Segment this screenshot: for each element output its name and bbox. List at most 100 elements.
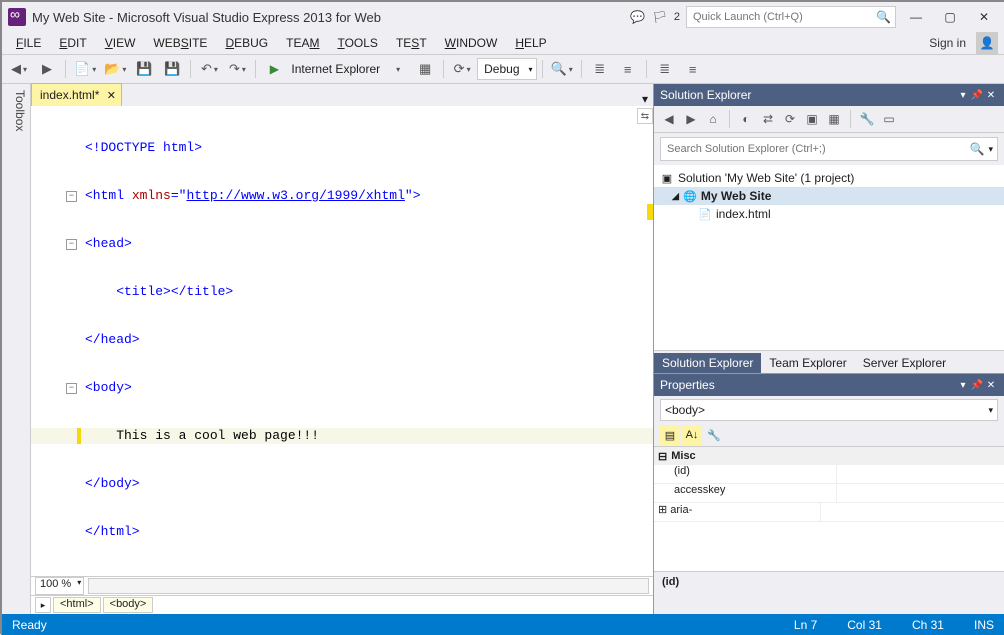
category-misc[interactable]: ⊟Misc — [654, 447, 1004, 465]
sync-icon[interactable]: ⇄ — [759, 110, 777, 128]
close-icon[interactable]: ✕ — [984, 90, 998, 101]
quick-launch[interactable]: 🔍 — [686, 6, 896, 28]
statusbar: Ready Ln 7 Col 31 Ch 31 INS — [2, 614, 1004, 635]
fold-icon[interactable]: − — [66, 191, 77, 202]
prop-row-accesskey[interactable]: accesskey — [654, 484, 1004, 503]
solution-tree[interactable]: ▣ Solution 'My Web Site' (1 project) ◢ 🌐… — [654, 165, 1004, 350]
nav-back-button[interactable]: ◀ — [6, 58, 32, 80]
breadcrumb-html[interactable]: <html> — [53, 597, 101, 613]
home-icon[interactable]: ⌂ — [704, 110, 722, 128]
properties-panel: Properties ▾ 📌 ✕ <body> ▤ A↓ 🔧 ⊟Misc (id… — [654, 373, 1004, 614]
refresh-button[interactable]: ⟳ — [449, 58, 475, 80]
breadcrumb-bar: ▸ <html> <body> — [31, 595, 653, 614]
se-search[interactable]: 🔍 ▾ — [660, 137, 998, 161]
tree-solution[interactable]: ▣ Solution 'My Web Site' (1 project) — [654, 169, 1004, 187]
nav-forward-button[interactable]: ▶ — [34, 58, 60, 80]
tree-file-index[interactable]: 📄 index.html — [654, 205, 1004, 223]
close-tab-icon[interactable]: ✕ — [105, 89, 117, 101]
se-search-input[interactable] — [665, 142, 970, 156]
tab-team-explorer[interactable]: Team Explorer — [761, 353, 854, 373]
comment-button[interactable]: ≣ — [652, 58, 678, 80]
search-icon[interactable]: 🔍 — [876, 10, 891, 24]
find-button[interactable]: 🔍 — [548, 58, 576, 80]
config-select[interactable]: Debug — [477, 58, 536, 80]
sign-in-link[interactable]: Sign in — [921, 34, 974, 52]
menu-view[interactable]: VIEW — [97, 34, 144, 52]
preview-icon[interactable]: ▭ — [880, 110, 898, 128]
events-icon[interactable]: 🔧 — [704, 425, 724, 445]
prop-row-aria[interactable]: ⊞ aria- — [654, 503, 1004, 522]
indent-button[interactable]: ≣ — [587, 58, 613, 80]
quick-launch-input[interactable] — [691, 10, 876, 24]
menu-help[interactable]: HELP — [507, 34, 554, 52]
forward-icon[interactable]: ▶ — [682, 110, 700, 128]
redo-button[interactable]: ↷ — [224, 58, 250, 80]
solution-explorer-header: Solution Explorer ▾ 📌 ✕ — [654, 84, 1004, 106]
close-icon[interactable]: ✕ — [984, 380, 998, 391]
menu-website[interactable]: WEBSITE — [145, 34, 215, 52]
tab-overflow-icon[interactable]: ▾ — [637, 92, 653, 106]
refresh-icon[interactable]: ⟳ — [781, 110, 799, 128]
menu-team[interactable]: TEAM — [278, 34, 327, 52]
scope-icon[interactable]: ◐ — [737, 110, 755, 128]
menu-test[interactable]: TEST — [388, 34, 435, 52]
alphabetical-icon[interactable]: A↓ — [682, 425, 702, 445]
tabstrip: index.html* ✕ ▾ — [31, 84, 653, 106]
run-target-label[interactable]: Internet Explorer — [289, 62, 382, 76]
prop-row-id[interactable]: (id) — [654, 465, 1004, 484]
search-dropdown-icon[interactable]: ▾ — [988, 144, 993, 155]
close-button[interactable]: ✕ — [970, 7, 998, 27]
fold-icon[interactable]: − — [66, 383, 77, 394]
open-button[interactable]: 📂 — [101, 58, 129, 80]
save-all-button[interactable]: 💾 — [159, 58, 185, 80]
vs-logo-icon — [8, 8, 26, 26]
chevron-down-icon[interactable]: ◢ — [672, 191, 679, 202]
tab-solution-explorer[interactable]: Solution Explorer — [654, 353, 761, 373]
file-tab-index[interactable]: index.html* ✕ — [31, 83, 122, 106]
toolbox-tab[interactable]: Toolbox — [2, 84, 31, 614]
menu-tools[interactable]: TOOLS — [329, 34, 385, 52]
panel-dropdown-icon[interactable]: ▾ — [956, 90, 970, 101]
feedback-icon[interactable]: 💬 — [630, 9, 646, 25]
start-debug-button[interactable]: ▶ — [261, 58, 287, 80]
save-button[interactable]: 💾 — [131, 58, 157, 80]
search-icon[interactable]: 🔍 — [970, 142, 985, 156]
breadcrumb-up-icon[interactable]: ▸ — [35, 597, 51, 613]
avatar-icon[interactable]: 👤 — [976, 32, 998, 54]
menu-debug[interactable]: DEBUG — [217, 34, 276, 52]
breadcrumb-body[interactable]: <body> — [103, 597, 154, 613]
show-all-icon[interactable]: ▦ — [825, 110, 843, 128]
fold-icon[interactable]: − — [66, 239, 77, 250]
categorized-icon[interactable]: ▤ — [660, 425, 680, 445]
props-grid[interactable]: ⊟Misc (id) accesskey ⊞ aria- — [654, 447, 1004, 571]
notifications-icon[interactable]: 🏳 — [652, 9, 668, 25]
horizontal-scrollbar[interactable] — [88, 578, 649, 594]
globe-icon: 🌐 — [683, 189, 697, 203]
maximize-button[interactable]: ▢ — [936, 7, 964, 27]
menu-file[interactable]: FILE — [8, 34, 49, 52]
new-item-button[interactable]: 📄 — [71, 58, 99, 80]
panel-dropdown-icon[interactable]: ▾ — [956, 380, 970, 391]
expand-icon[interactable]: ⊞ — [658, 504, 667, 516]
outdent-button[interactable]: ≡ — [615, 58, 641, 80]
uncomment-button[interactable]: ≡ — [680, 58, 706, 80]
menu-window[interactable]: WINDOW — [437, 34, 506, 52]
zoom-select[interactable]: 100 % — [35, 577, 84, 595]
pin-icon[interactable]: 📌 — [970, 380, 984, 391]
back-icon[interactable]: ◀ — [660, 110, 678, 128]
menu-edit[interactable]: EDIT — [51, 34, 94, 52]
separator — [443, 60, 444, 78]
undo-button[interactable]: ↶ — [196, 58, 222, 80]
properties-icon[interactable]: 🔧 — [858, 110, 876, 128]
tree-project[interactable]: ◢ 🌐 My Web Site — [654, 187, 1004, 205]
props-object-select[interactable]: <body> — [660, 399, 998, 421]
code-editor[interactable]: ⇆ <!DOCTYPE html> −<html xmlns="http://w… — [31, 106, 653, 576]
tab-server-explorer[interactable]: Server Explorer — [855, 353, 954, 373]
browser-link-button[interactable]: ▦ — [412, 58, 438, 80]
run-target-dropdown[interactable] — [384, 58, 410, 80]
separator — [581, 60, 582, 78]
pin-icon[interactable]: 📌 — [970, 90, 984, 101]
minimize-button[interactable]: — — [902, 7, 930, 27]
collapse-icon[interactable]: ⊟ — [658, 450, 667, 463]
collapse-icon[interactable]: ▣ — [803, 110, 821, 128]
